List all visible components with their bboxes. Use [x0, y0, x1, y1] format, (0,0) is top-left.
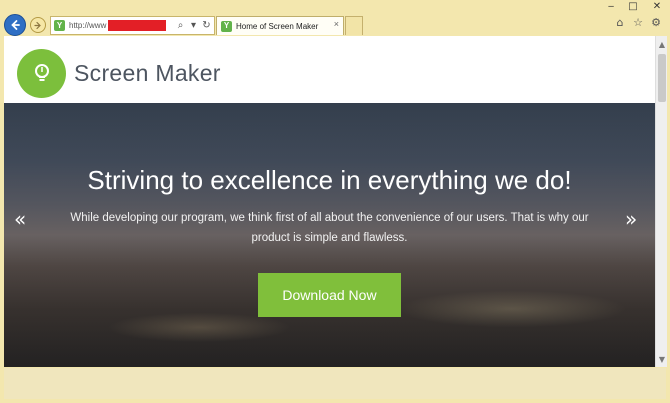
hero-title: Striving to excellence in everything we … — [87, 165, 572, 195]
scroll-up-icon[interactable]: ▲ — [657, 39, 667, 49]
lightbulb-icon — [34, 63, 49, 81]
address-bar[interactable]: Y http://www ⌕ ▾ ↻ — [50, 16, 215, 35]
search-icon[interactable]: ⌕ — [175, 19, 186, 32]
chevron-right-icon[interactable]: » — [625, 209, 637, 229]
browser-window: ‒ □ ✕ Y http://www ⌕ ▾ ↻ Y Home of Scree… — [0, 0, 670, 403]
brand-name[interactable]: Screen Maker — [74, 60, 221, 87]
refresh-icon[interactable]: ↻ — [201, 19, 212, 32]
scroll-down-icon[interactable]: ▼ — [657, 354, 667, 364]
back-arrow-icon[interactable] — [4, 14, 26, 36]
gear-icon[interactable]: ⚙ — [650, 16, 662, 29]
maximize-icon[interactable]: □ — [622, 0, 644, 12]
forward-arrow-icon[interactable] — [30, 17, 46, 33]
address-url: http://www — [69, 21, 107, 30]
hero-description: While developing our program, we think f… — [70, 212, 589, 244]
scroll-thumb[interactable] — [658, 54, 666, 102]
hero-banner: Striving to excellence in everything we … — [4, 103, 655, 367]
site-favicon-icon: Y — [54, 20, 65, 31]
dropdown-icon[interactable]: ▾ — [188, 19, 199, 32]
web-page: Screen Maker Striving to excellence in e… — [4, 36, 655, 367]
tab-favicon-icon: Y — [221, 20, 232, 32]
tab-title: Home of Screen Maker — [236, 21, 319, 31]
download-now-button[interactable]: Download Now — [258, 273, 401, 317]
logo[interactable] — [17, 49, 66, 98]
home-icon[interactable]: ⌂ — [614, 16, 626, 29]
new-tab-button[interactable] — [345, 16, 363, 35]
redacted-url-bar — [108, 20, 167, 31]
tab-home-of-screen-maker[interactable]: Y Home of Screen Maker × — [216, 16, 344, 35]
status-bar — [4, 368, 666, 399]
vertical-scrollbar[interactable]: ▲ ▼ — [655, 36, 667, 367]
tab-close-icon[interactable]: × — [334, 19, 339, 29]
star-icon[interactable]: ☆ — [632, 16, 644, 29]
chevron-left-icon[interactable]: « — [14, 209, 26, 229]
minimize-icon[interactable]: ‒ — [600, 0, 622, 12]
close-icon[interactable]: ✕ — [644, 0, 670, 12]
